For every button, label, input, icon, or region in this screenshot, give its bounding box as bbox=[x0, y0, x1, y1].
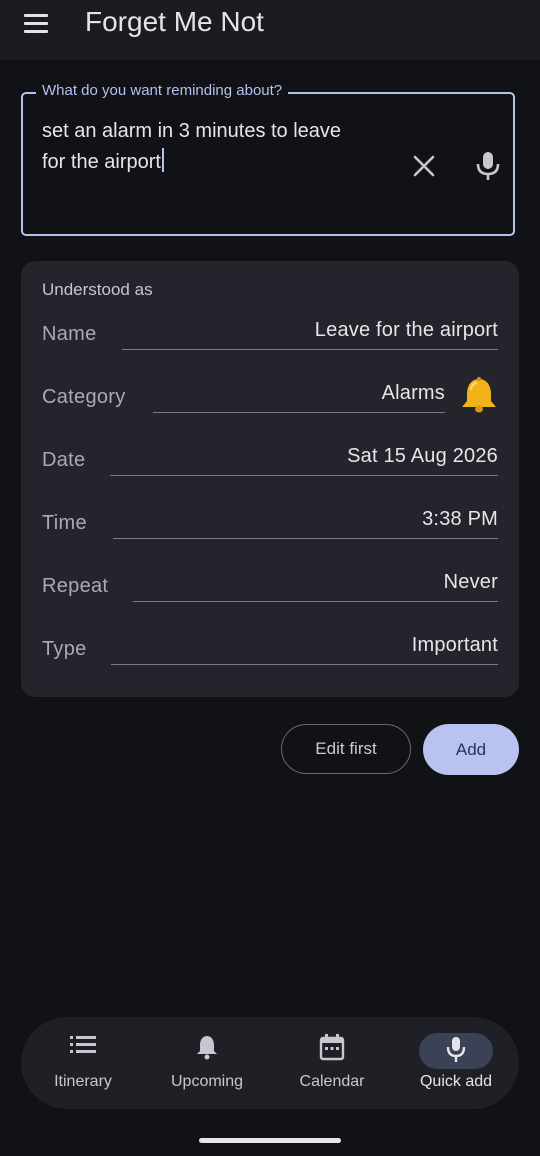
home-indicator[interactable] bbox=[199, 1138, 341, 1143]
field-underline bbox=[133, 601, 498, 602]
menu-icon[interactable] bbox=[22, 12, 52, 36]
field-label-type: Type bbox=[42, 638, 87, 660]
bell-icon[interactable] bbox=[460, 376, 498, 416]
mic-icon bbox=[445, 1036, 467, 1069]
field-value-time[interactable]: 3:38 PM bbox=[422, 508, 498, 531]
field-value-name[interactable]: Leave for the airport bbox=[315, 319, 498, 342]
app-bar bbox=[0, 0, 540, 60]
nav-item-itinerary[interactable]: Itinerary bbox=[40, 1017, 126, 1109]
reminder-input-label: What do you want reminding about? bbox=[36, 82, 289, 99]
nav-label-upcoming: Upcoming bbox=[170, 1073, 244, 1090]
nav-label-quick-add: Quick add bbox=[419, 1073, 493, 1090]
field-value-repeat[interactable]: Never bbox=[444, 571, 498, 594]
bell-icon bbox=[195, 1033, 219, 1066]
reminder-input-line-2: for the airport bbox=[42, 151, 161, 173]
calendar-icon bbox=[319, 1033, 345, 1066]
field-underline bbox=[153, 412, 445, 413]
add-button[interactable]: Add bbox=[423, 724, 519, 775]
nav-item-upcoming[interactable]: Upcoming bbox=[161, 1017, 253, 1109]
list-icon bbox=[69, 1033, 97, 1060]
app-title: Forget Me Not bbox=[85, 6, 264, 37]
field-label-time: Time bbox=[42, 512, 87, 534]
field-label-repeat: Repeat bbox=[42, 575, 109, 597]
nav-label-calendar: Calendar bbox=[299, 1073, 365, 1090]
edit-first-button[interactable]: Edit first bbox=[281, 724, 411, 774]
field-label-category: Category bbox=[42, 386, 126, 408]
card-title: Understood as bbox=[42, 280, 153, 299]
close-icon[interactable] bbox=[410, 152, 438, 180]
field-underline bbox=[110, 475, 498, 476]
text-caret bbox=[161, 148, 164, 172]
nav-item-calendar[interactable]: Calendar bbox=[289, 1017, 375, 1109]
field-underline bbox=[122, 349, 498, 350]
mic-icon[interactable] bbox=[474, 150, 502, 182]
field-label-date: Date bbox=[42, 449, 86, 471]
reminder-input-text[interactable]: set an alarm in 3 minutes to leave for t… bbox=[42, 116, 402, 178]
field-underline bbox=[111, 664, 498, 665]
field-value-date[interactable]: Sat 15 Aug 2026 bbox=[347, 445, 498, 468]
reminder-input-line-1: set an alarm in 3 minutes to leave bbox=[42, 120, 342, 142]
nav-item-quick-add[interactable]: Quick add bbox=[412, 1017, 500, 1109]
nav-label-itinerary: Itinerary bbox=[54, 1073, 112, 1090]
field-underline bbox=[113, 538, 498, 539]
field-value-category[interactable]: Alarms bbox=[382, 382, 445, 405]
field-label-name: Name bbox=[42, 323, 97, 345]
field-value-type[interactable]: Important bbox=[412, 634, 498, 657]
